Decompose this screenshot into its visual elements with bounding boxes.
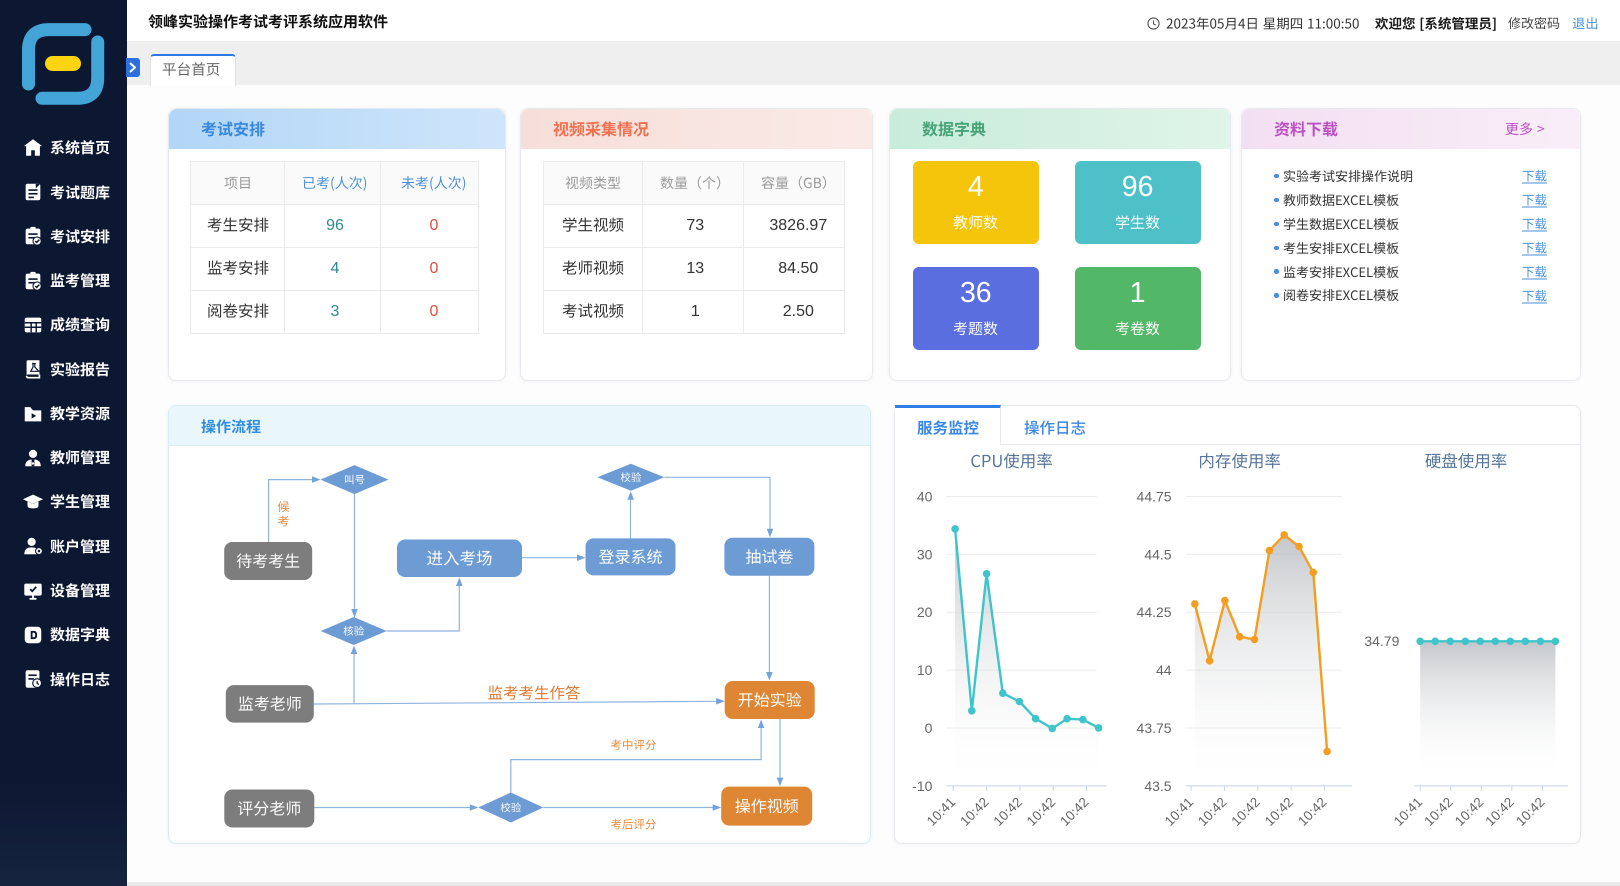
svg-text:10:42: 10:42 (957, 794, 992, 829)
svg-text:44.5: 44.5 (1144, 546, 1171, 562)
svg-text:10:42: 10:42 (1057, 794, 1092, 829)
svg-text:10:41: 10:41 (1391, 794, 1426, 829)
svg-text:40: 40 (917, 489, 933, 505)
svg-text:10:42: 10:42 (1295, 794, 1330, 829)
svg-text:-10: -10 (912, 778, 932, 794)
svg-text:44.25: 44.25 (1137, 604, 1172, 620)
svg-text:10:42: 10:42 (1262, 794, 1297, 829)
svg-text:44: 44 (1156, 662, 1172, 678)
svg-text:10: 10 (917, 662, 933, 678)
svg-text:20: 20 (917, 604, 933, 620)
svg-text:10:42: 10:42 (1228, 794, 1263, 829)
svg-text:10:42: 10:42 (1452, 794, 1487, 829)
svg-text:10:42: 10:42 (1024, 794, 1059, 829)
svg-text:10:41: 10:41 (1162, 794, 1197, 829)
svg-text:44.75: 44.75 (1137, 489, 1172, 505)
svg-text:10:42: 10:42 (1482, 794, 1517, 829)
svg-text:34.79: 34.79 (1364, 633, 1399, 649)
svg-text:30: 30 (917, 546, 933, 562)
svg-text:43.75: 43.75 (1137, 720, 1172, 736)
svg-text:10:42: 10:42 (991, 794, 1026, 829)
svg-text:10:42: 10:42 (1195, 794, 1230, 829)
svg-text:43.5: 43.5 (1144, 778, 1171, 794)
svg-text:10:42: 10:42 (1421, 794, 1456, 829)
svg-text:10:42: 10:42 (1513, 794, 1548, 829)
svg-text:0: 0 (925, 720, 933, 736)
svg-text:10:41: 10:41 (924, 794, 959, 829)
